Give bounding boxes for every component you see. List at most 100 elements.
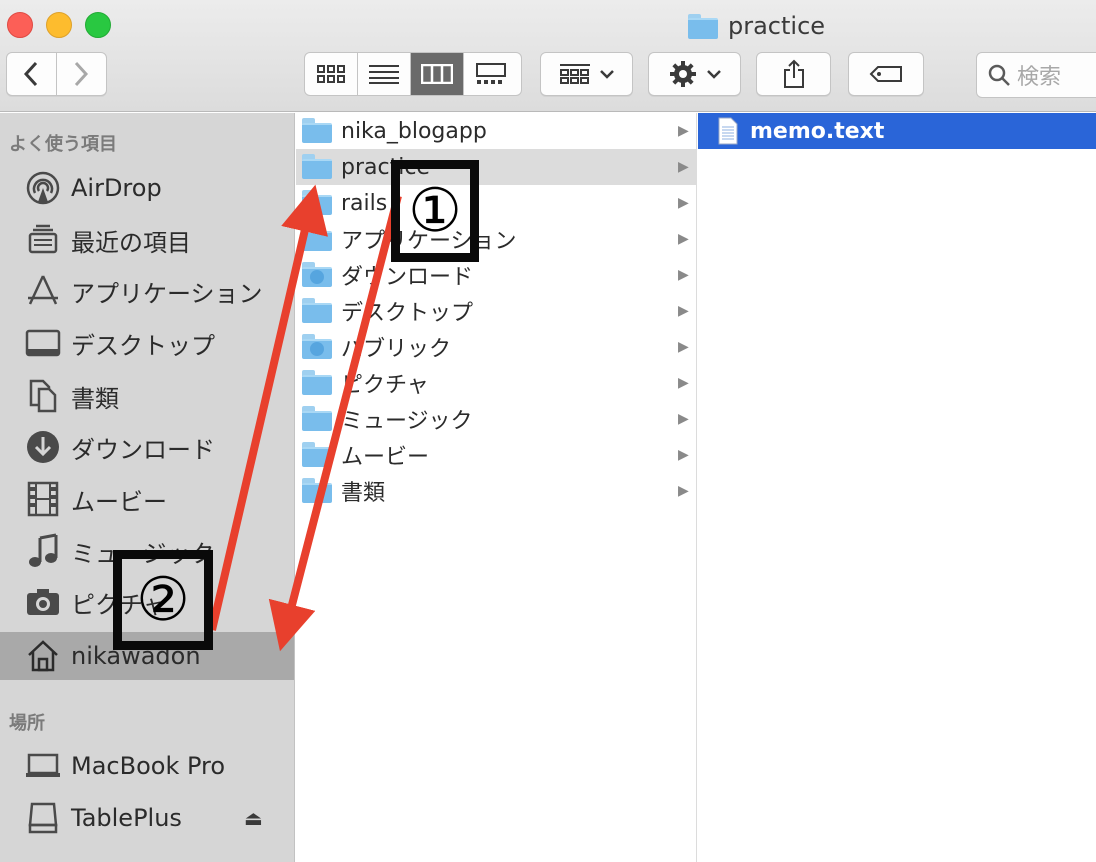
action-button[interactable]: [648, 52, 741, 96]
sidebar-item-label: アプリケーション: [71, 279, 263, 308]
documents-folder-icon: [302, 478, 332, 503]
columns-icon: [421, 64, 453, 84]
chevron-right-icon: ▶: [678, 483, 689, 499]
sidebar-item-movies[interactable]: ムービー: [0, 475, 294, 523]
column-row-folder[interactable]: ピクチャ ▶: [296, 365, 697, 401]
annotation-label-1: ①: [391, 160, 479, 262]
chevron-right-icon: ▶: [678, 411, 689, 427]
gallery-view-button[interactable]: [464, 53, 517, 95]
item-name: ピクチャ: [341, 373, 429, 398]
column-view-button[interactable]: [411, 53, 464, 95]
column-row-folder[interactable]: アプリケーション ▶: [296, 221, 697, 257]
annotation-label-1-text: ①: [408, 176, 462, 246]
download-icon: [24, 428, 62, 466]
annotation-label-2: ②: [113, 550, 213, 650]
chevron-right-icon: ▶: [678, 303, 689, 319]
airdrop-icon: [24, 169, 62, 207]
laptop-icon: [24, 747, 62, 785]
sidebar-item-label: 書類: [71, 384, 119, 413]
chevron-right-icon: [75, 61, 89, 87]
item-name: デスクトップ: [341, 301, 474, 326]
desktop-icon: [24, 324, 62, 362]
column-row-folder[interactable]: パブリック ▶: [296, 329, 697, 365]
sidebar-item-label: AirDrop: [71, 174, 162, 202]
folder-icon: [302, 190, 332, 215]
tag-button[interactable]: [848, 52, 924, 96]
pictures-folder-icon: [302, 370, 332, 395]
item-name: nika_blogapp: [341, 118, 487, 144]
public-folder-icon: [302, 334, 332, 359]
column-row-folder[interactable]: ムービー ▶: [296, 437, 697, 473]
sidebar-item-label: デスクトップ: [71, 331, 215, 360]
chevron-right-icon: ▶: [678, 447, 689, 463]
item-name: パブリック: [341, 337, 452, 362]
nav-buttons: [6, 52, 107, 96]
tag-icon: [869, 66, 902, 82]
sidebar-item-label: ムービー: [71, 487, 167, 516]
sidebar-item-label: MacBook Pro: [71, 752, 226, 780]
sidebar-item-label: ダウンロード: [71, 435, 215, 464]
chevron-right-icon: ▶: [678, 267, 689, 283]
gallery-icon: [475, 63, 506, 84]
chevron-right-icon: ▶: [678, 339, 689, 355]
camera-icon: [24, 583, 62, 621]
forward-button[interactable]: [57, 53, 107, 95]
grid-icon: [317, 65, 345, 83]
sidebar-item-documents[interactable]: 書類: [0, 372, 294, 420]
film-icon: [24, 480, 62, 518]
sidebar-item-airdrop[interactable]: AirDrop: [0, 164, 294, 212]
column-row-folder[interactable]: rails ▶: [296, 185, 697, 221]
sidebar-item-downloads[interactable]: ダウンロード: [0, 423, 294, 471]
sidebar-item-applications[interactable]: アプリケーション: [0, 267, 294, 315]
applications-folder-icon: [302, 226, 332, 251]
chevron-right-icon: ▶: [678, 159, 689, 175]
search-icon: [988, 64, 1010, 86]
list-icon: [369, 65, 399, 84]
sidebar-item-recents[interactable]: 最近の項目: [0, 216, 294, 264]
column-row-folder[interactable]: nika_blogapp ▶: [296, 113, 697, 149]
movies-folder-icon: [302, 442, 332, 467]
eject-icon[interactable]: ⏏: [244, 806, 263, 830]
sidebar-item-desktop[interactable]: デスクトップ: [0, 319, 294, 367]
chevron-right-icon: ▶: [678, 375, 689, 391]
text-file-icon: [718, 117, 738, 145]
column-row-file[interactable]: memo.text: [698, 113, 1096, 149]
applications-icon: [24, 272, 62, 310]
sidebar-item-macbook-pro[interactable]: MacBook Pro: [0, 742, 294, 790]
column-row-folder[interactable]: ミュージック ▶: [296, 401, 697, 437]
back-button[interactable]: [7, 53, 57, 95]
favorites-heading: よく使う項目: [9, 134, 117, 155]
share-icon: [783, 59, 804, 88]
column-row-folder[interactable]: ダウンロード ▶: [296, 257, 697, 293]
recents-icon: [24, 221, 62, 259]
grid-icon: [559, 64, 590, 84]
finder-window: practice 検索 よく使う項目 AirDrop 最近の項目 アプリケーショ…: [0, 0, 1096, 862]
sidebar-item-tableplus[interactable]: TablePlus ⏏: [0, 794, 294, 842]
annotation-label-2-text: ②: [136, 565, 190, 635]
view-mode-control: [304, 52, 522, 96]
item-name: ムービー: [341, 445, 430, 470]
minimize-button[interactable]: [46, 12, 72, 38]
item-name: rails: [341, 190, 388, 216]
sidebar: よく使う項目 AirDrop 最近の項目 アプリケーション デスクトップ 書類 …: [0, 113, 295, 862]
group-button[interactable]: [540, 52, 633, 96]
search-field[interactable]: 検索: [976, 52, 1096, 98]
chevron-left-icon: [24, 61, 38, 87]
drive-icon: [24, 799, 62, 837]
icon-view-button[interactable]: [305, 53, 358, 95]
share-button[interactable]: [756, 52, 831, 96]
gear-icon: [669, 61, 696, 87]
sidebar-item-label: 最近の項目: [71, 228, 191, 257]
zoom-button[interactable]: [85, 12, 111, 38]
column-row-folder[interactable]: practice ▶: [296, 149, 697, 185]
item-name: memo.text: [750, 118, 885, 144]
list-view-button[interactable]: [358, 53, 411, 95]
locations-heading: 場所: [9, 713, 45, 734]
column-row-folder[interactable]: デスクトップ ▶: [296, 293, 697, 329]
column-row-folder[interactable]: 書類 ▶: [296, 473, 697, 509]
item-name: 書類: [341, 481, 386, 506]
folder-icon: [302, 118, 332, 143]
sidebar-item-label: TablePlus: [71, 804, 182, 832]
window-title: practice: [688, 10, 825, 42]
close-button[interactable]: [7, 12, 33, 38]
